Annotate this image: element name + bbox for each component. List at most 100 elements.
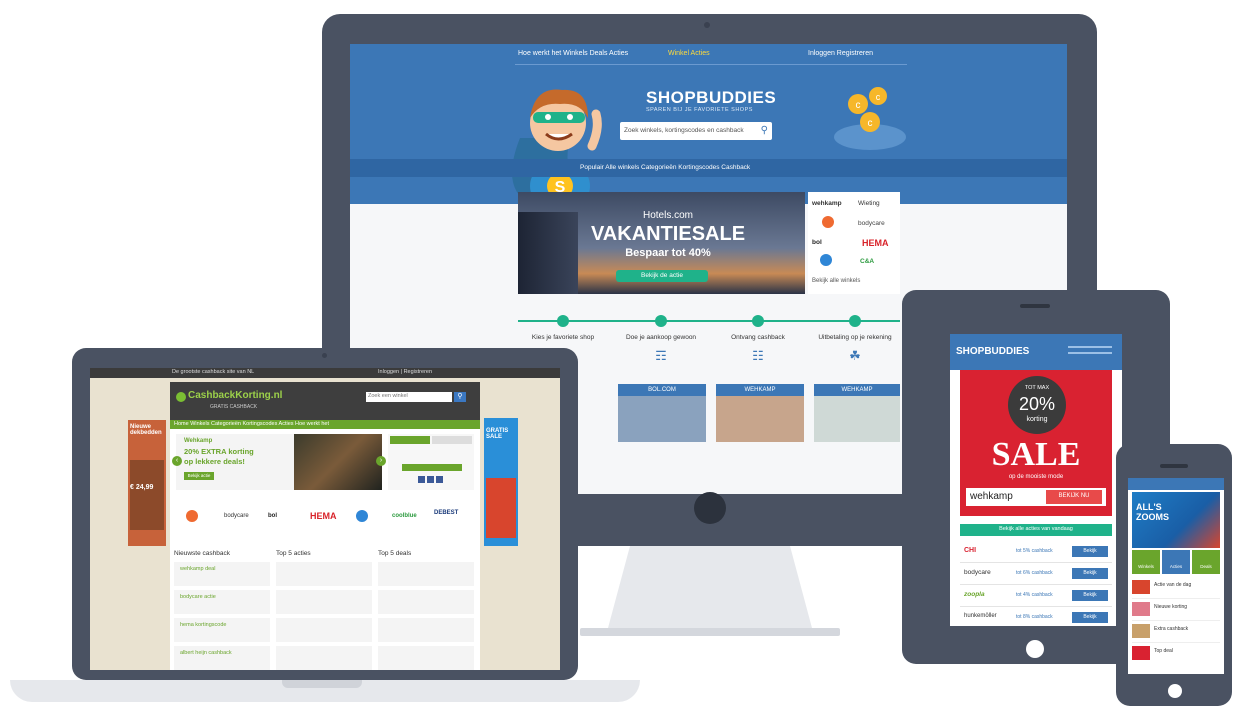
sb-subnav[interactable]: Populair Alle winkels Categorieën Kortin… [580,164,750,171]
row-brand: CHI [964,547,977,554]
brand-logo[interactable] [356,510,368,522]
chevron-left-icon[interactable]: ‹ [172,456,182,466]
phone-device: ALL'S ZOOMS Winkels Acties Deals Actie v… [1116,444,1232,706]
brands-footer[interactable]: Bekijk alle winkels [812,278,860,284]
social-icon[interactable] [427,476,434,483]
side-right-text: GRATIS SALE [486,428,509,440]
list-item[interactable] [276,618,372,642]
row-brand: zoopla [964,591,985,598]
list-item[interactable] [276,562,372,586]
ck-search-input[interactable]: Zoek een winkel [366,392,452,402]
sb-search-input[interactable]: Zoek winkels, kortingscodes en cashback … [620,122,772,140]
list-item[interactable]: wehkamp deal [174,562,270,586]
list-item[interactable] [276,590,372,614]
ck-nav-items[interactable]: Home Winkels Categorieën Kortingscodes A… [174,421,329,427]
hero-button[interactable]: Bekijk de actie [616,270,708,282]
tile-card[interactable]: BOL.COM [618,384,706,442]
brand-logo[interactable]: DEBEST [434,510,458,516]
tb-menu-lines[interactable] [1068,352,1112,354]
ck-deal-slider[interactable]: Wehkamp 20% EXTRA korting op lekkere dea… [172,434,386,490]
table-row[interactable]: hunkemöller tot 8% cashback Bekijk [960,608,1112,626]
brand-logo[interactable]: HEMA [310,511,337,521]
table-row[interactable]: zoopla tot 4% cashback Bekijk [960,586,1112,607]
list-item[interactable]: albert heijn cashback [174,646,270,670]
row-button[interactable]: Bekijk [1072,546,1108,557]
brand-logo[interactable] [822,216,834,228]
tb-menu-lines[interactable] [1068,346,1112,348]
list-item[interactable]: Nieuwe korting [1132,600,1220,621]
ck-logo[interactable]: CashbackKorting.nl [188,390,282,401]
brand-logo[interactable]: HEMA [862,238,889,248]
svg-text:c: c [876,92,881,102]
banner-button[interactable]: BEKIJK NU [1046,490,1102,504]
brand-logo[interactable]: bol [268,513,277,519]
tb-logo[interactable]: SHOPBUDDIES [956,346,1029,357]
list-item[interactable] [378,618,474,642]
list-item[interactable] [378,562,474,586]
sb-topnav[interactable]: Hoe werkt het Winkels Deals Acties [518,50,628,57]
ph-row-text: Actie van de dag [1154,582,1192,588]
brand-logo[interactable]: bodycare [224,513,249,519]
ck-topbar-right[interactable]: Inloggen | Registreren [378,369,432,375]
row-button[interactable]: Bekijk [1072,612,1108,623]
list-item[interactable]: Extra cashback [1132,622,1220,643]
list-item[interactable]: bodycare actie [174,590,270,614]
ph-icon-label: Winkels [1138,564,1154,569]
row-button[interactable]: Bekijk [1072,590,1108,601]
brand-logo[interactable]: Wieting [858,200,880,207]
brand-logo[interactable]: bol [812,239,822,246]
list-item[interactable] [378,590,474,614]
list-item[interactable]: Actie van de dag [1132,578,1220,599]
ph-thumb [1132,580,1150,594]
list-item[interactable]: Top deal [1132,644,1220,664]
col-title: Top 5 acties [276,550,311,557]
chevron-right-icon[interactable]: › [376,456,386,466]
tb-green-bar[interactable]: Bekijk alle acties van vandaag [960,524,1112,536]
sb-topright[interactable]: Inloggen Registreren [808,50,873,57]
deal-title: Wehkamp [184,438,213,444]
social-icon[interactable] [436,476,443,483]
brand-logo[interactable] [186,510,198,522]
table-row[interactable]: CHI tot 5% cashback Bekijk [960,542,1112,563]
list-item[interactable] [276,646,372,670]
row-cashback: tot 5% cashback [1016,548,1053,554]
list-item[interactable]: hema kortingscode [174,618,270,642]
ph-icon-tile[interactable]: Winkels [1132,550,1160,574]
step-icon: ☘ [849,348,861,363]
mascot-illustration: S [500,68,620,212]
row-button-label: Bekijk [1083,548,1097,554]
row-button[interactable]: Bekijk [1072,568,1108,579]
tb-sale-banner[interactable]: TOT MAX 20% korting SALE op de mooiste m… [960,370,1112,516]
ck-logo-sub: GRATIS CASHBACK [210,404,258,410]
brand-logo[interactable]: bodycare [858,220,885,227]
phone-home-button[interactable] [1168,684,1182,698]
sb-topnav-highlight[interactable]: Winkel Acties [668,50,710,57]
widget-tab[interactable] [390,436,430,444]
search-icon[interactable]: ⚲ [454,392,466,402]
brand-logo[interactable]: C&A [860,258,874,265]
ck-side-banner-right[interactable]: GRATIS SALE [484,418,518,546]
step-dot [557,315,569,327]
ph-icon-tile[interactable]: Acties [1162,550,1190,574]
sb-logo[interactable]: SHOPBUDDIES [646,88,776,108]
side-left-price: € 24,99 [130,484,154,491]
social-icon[interactable] [418,476,425,483]
table-row[interactable]: bodycare tot 6% cashback Bekijk [960,564,1112,585]
brand-logo[interactable] [820,254,832,266]
ck-side-banner-left[interactable]: Nieuwe dekbedden € 24,99 [128,420,166,546]
list-item[interactable] [378,646,474,670]
search-icon[interactable]: ⚲ [761,125,768,136]
ph-icon-tile[interactable]: Deals [1192,550,1220,574]
ph-banner[interactable]: ALL'S ZOOMS [1132,492,1220,548]
tablet-home-button[interactable] [1026,640,1044,658]
deal-button[interactable]: Bekijk actie [184,472,214,480]
sb-top-divider [515,64,907,65]
ck-search-placeholder: Zoek een winkel [368,393,408,399]
brand-logo[interactable]: coolblue [392,513,417,519]
deal-line2: op lekkere deals! [184,457,245,466]
tile-card[interactable]: WEHKAMP [814,384,900,442]
sb-hero-banner[interactable]: Hotels.com VAKANTIESALE Bespaar tot 40% … [518,192,805,294]
widget-tab[interactable] [432,436,472,444]
tile-card[interactable]: WEHKAMP [716,384,804,442]
brand-logo[interactable]: wehkamp [812,200,842,207]
